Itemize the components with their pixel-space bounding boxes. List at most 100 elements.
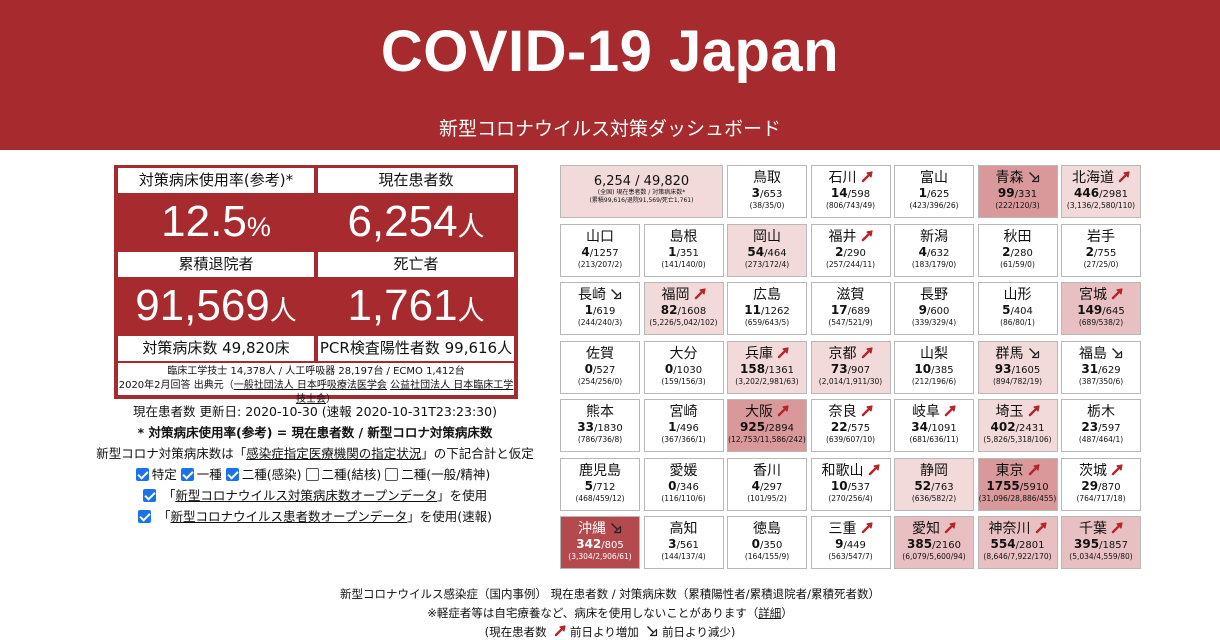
prefecture-patients-beds: 149/645 [1077, 303, 1125, 318]
prefecture-patients-beds: 10/537 [830, 478, 871, 493]
bed-type-option[interactable]: 二種(一般/精神) [385, 467, 490, 482]
trend-up-icon [554, 625, 566, 637]
prefecture-cell[interactable]: 長野 9/600 (339/329/4) [894, 282, 974, 335]
prefecture-cell[interactable]: 新潟 4/632 (183/179/0) [894, 223, 974, 277]
prefecture-cell[interactable]: 秋田 2/280 (61/59/0) [977, 223, 1058, 277]
trend-up-icon [1028, 405, 1040, 417]
prefecture-cell[interactable]: 東京 1755/5910 (31,096/28,886/455) [977, 457, 1058, 511]
prefecture-cell[interactable]: 千葉 395/1857 (5,034/4,559/80) [1061, 516, 1141, 569]
prefecture-cumulative: (6,079/5,600/94) [902, 552, 966, 561]
prefecture-cell[interactable]: 愛媛 0/346 (116/110/6) [643, 457, 724, 511]
prefecture-name: 千葉 [1062, 521, 1140, 538]
bed-type-option[interactable]: 特定 [135, 467, 177, 482]
prefecture-cell[interactable]: 山口 4/1257 (213/207/2) [560, 223, 640, 277]
prefecture-cell[interactable]: 宮崎 1/496 (367/366/1) [643, 399, 724, 452]
prefecture-patients-beds: 3/561 [668, 537, 699, 552]
prefecture-cell[interactable]: 徳島 0/350 (164/155/9) [727, 516, 807, 569]
prefecture-cumulative: (689/538/2) [1078, 318, 1124, 327]
prefecture-name: 埼玉 [979, 404, 1057, 421]
open-data-beds-link[interactable]: 新型コロナウイルス対策病床数オープンデータ [175, 488, 437, 503]
prefecture-name: 山形 [1003, 287, 1032, 303]
prefecture-cell[interactable]: 福岡 82/1608 (5,226/5,042/102) [643, 282, 724, 335]
prefecture-name: 秋田 [1003, 228, 1032, 245]
bed-type-checkbox[interactable] [180, 468, 194, 481]
prefecture-cell[interactable]: 群馬 93/1605 (894/782/19) [977, 340, 1058, 394]
bed-type-checkbox[interactable] [225, 468, 239, 481]
prefecture-cell[interactable]: 神奈川 554/2801 (8,646/7,922/170) [977, 516, 1058, 569]
prefecture-cell[interactable]: 奈良 22/575 (639/607/10) [810, 399, 891, 452]
grid-caption: 新型コロナウイルス感染症（国内事例） 現在患者数 / 対策病床数（累積陽性者/累… [339, 587, 881, 601]
prefecture-cell[interactable]: 兵庫 158/1361 (3,202/2,981/63) [727, 340, 807, 394]
prefecture-cell[interactable]: 沖縄 342/805 (3,304/2,906/61) [560, 516, 640, 569]
bed-type-checkbox[interactable] [135, 468, 149, 481]
open-data-beds-checkbox[interactable] [142, 489, 156, 502]
prefecture-cell[interactable]: 山梨 10/385 (212/196/6) [894, 340, 974, 394]
open-data-patients-row[interactable]: 「新型コロナウイルス患者数オープンデータ」を使用(速報) [80, 506, 550, 527]
prefecture-cell[interactable]: 埼玉 402/2431 (5,826/5,318/106) [977, 399, 1058, 452]
trend-down-icon [1111, 347, 1123, 359]
prefecture-cell[interactable]: 岡山 54/464 (273/172/4) [727, 223, 807, 277]
prefecture-patients-beds: 10/385 [914, 361, 954, 376]
trend-up-icon [861, 171, 873, 183]
prefecture-cell[interactable]: 青森 99/331 (222/120/3) [977, 165, 1058, 218]
prefecture-cell[interactable]: 山形 5/404 (86/80/1) [977, 282, 1058, 335]
trend-down-icon [646, 625, 658, 637]
prefecture-patients-beds: 4/297 [751, 478, 783, 493]
prefecture-cell[interactable]: 和歌山 10/537 (270/256/4) [810, 457, 891, 511]
prefecture-cell[interactable]: 富山 1/625 (423/396/26) [894, 165, 974, 218]
bed-type-option[interactable]: 一種 [180, 467, 222, 482]
prefecture-cell[interactable]: 鹿児島 5/712 (468/459/12) [560, 457, 640, 511]
prefecture-cell[interactable]: 滋賀 17/689 (547/521/9) [810, 282, 891, 335]
trend-up-icon [1118, 171, 1130, 183]
prefecture-patients-beds: 9/449 [835, 537, 866, 552]
prefecture-patients-beds: 1/625 [918, 186, 950, 201]
open-data-beds-row[interactable]: 「新型コロナウイルス対策病床数オープンデータ」を使用 [80, 485, 550, 506]
pcr-positive-label: PCR検査陽性者数 99,616人 [318, 336, 514, 361]
prefecture-patients-beds: 17/689 [830, 303, 871, 318]
details-link[interactable]: 詳細 [758, 606, 781, 620]
bed-type-checkbox[interactable] [305, 468, 319, 481]
prefecture-cell[interactable]: 岐阜 34/1091 (681/636/11) [894, 399, 974, 452]
prefecture-patients-beds: 554/2801 [990, 537, 1045, 552]
prefecture-name: 香川 [753, 462, 781, 479]
prefecture-cell[interactable]: 岩手 2/755 (27/25/0) [1061, 223, 1141, 277]
prefecture-cell[interactable]: 栃木 23/597 (487/464/1) [1061, 399, 1141, 452]
prefecture-cell[interactable]: 香川 4/297 (101/95/2) [727, 457, 807, 511]
prefecture-cell[interactable]: 静岡 52/763 (636/582/2) [894, 457, 974, 511]
prefecture-patients-beds: 2/280 [1002, 244, 1033, 259]
prefecture-cell[interactable]: 宮城 149/645 (689/538/2) [1061, 282, 1141, 335]
bed-type-option[interactable]: 二種(結核) [305, 467, 381, 482]
stats-panel: 対策病床使用率(参考)* 現在患者数 12.5% 6,254人 累積退院者 死亡… [114, 165, 518, 405]
trend-up-icon [1028, 463, 1040, 476]
prefecture-cell[interactable]: 広島 11/1262 (659/643/5) [727, 282, 807, 335]
prefecture-cell[interactable]: 福島 31/629 (387/350/6) [1061, 340, 1141, 394]
prefecture-cell[interactable]: 愛知 385/2160 (6,079/5,600/94) [894, 516, 974, 569]
prefecture-cell[interactable]: 茨城 29/870 (764/717/18) [1061, 457, 1141, 511]
prefecture-cell[interactable]: 石川 14/598 (806/743/49) [810, 165, 891, 218]
bed-type-option[interactable]: 二種(感染) [225, 467, 302, 482]
prefecture-cell[interactable]: 福井 2/290 (257/244/11) [810, 223, 891, 277]
prefecture-name: 徳島 [753, 521, 781, 537]
prefecture-name: 茨城 [1062, 463, 1140, 480]
prefecture-cell[interactable]: 鳥取 3/653 (38/35/0) [727, 165, 807, 218]
bed-type-checkbox[interactable] [385, 468, 399, 481]
prefecture-cell[interactable]: 佐賀 0/527 (254/256/0) [560, 340, 640, 394]
prefecture-patients-beds: 5/712 [584, 478, 616, 493]
prefecture-cell[interactable]: 三重 9/449 (563/547/7) [810, 516, 891, 569]
prefecture-cell[interactable]: 熊本 33/1830 (786/736/8) [560, 399, 640, 452]
prefecture-cell[interactable]: 京都 73/907 (2,014/1,911/30) [810, 340, 891, 394]
open-data-patients-checkbox[interactable] [137, 510, 151, 523]
national-total-cell[interactable]: 6,254 / 49,820 (全国) 現在患者数 / 対策病床数* (累積99… [560, 165, 723, 218]
prefecture-cell[interactable]: 大分 0/1030 (159/156/3) [643, 340, 724, 394]
designation-status-link[interactable]: 感染症指定医療機関の指定状況 [246, 446, 421, 461]
prefecture-cell[interactable]: 高知 3/561 (144/137/4) [643, 516, 724, 569]
prefecture-cumulative: (244/240/3) [577, 318, 623, 327]
open-data-patients-link[interactable]: 新型コロナウイルス患者数オープンデータ [170, 509, 407, 524]
prefecture-cell[interactable]: 長崎 1/619 (244/240/3) [560, 282, 640, 335]
prefecture-cell[interactable]: 北海道 446/2981 (3,136/2,580/110) [1061, 165, 1141, 218]
prefecture-patients-beds: 1/351 [668, 244, 699, 259]
source-link-jsrcm[interactable]: 一般社団法人 日本呼吸療法医学会 [234, 380, 387, 391]
prefecture-cell[interactable]: 島根 1/351 (141/140/0) [643, 223, 724, 277]
prefecture-patients-beds: 342/805 [576, 537, 624, 552]
prefecture-cell[interactable]: 大阪 925/2894 (12,753/11,586/242) [727, 399, 807, 452]
